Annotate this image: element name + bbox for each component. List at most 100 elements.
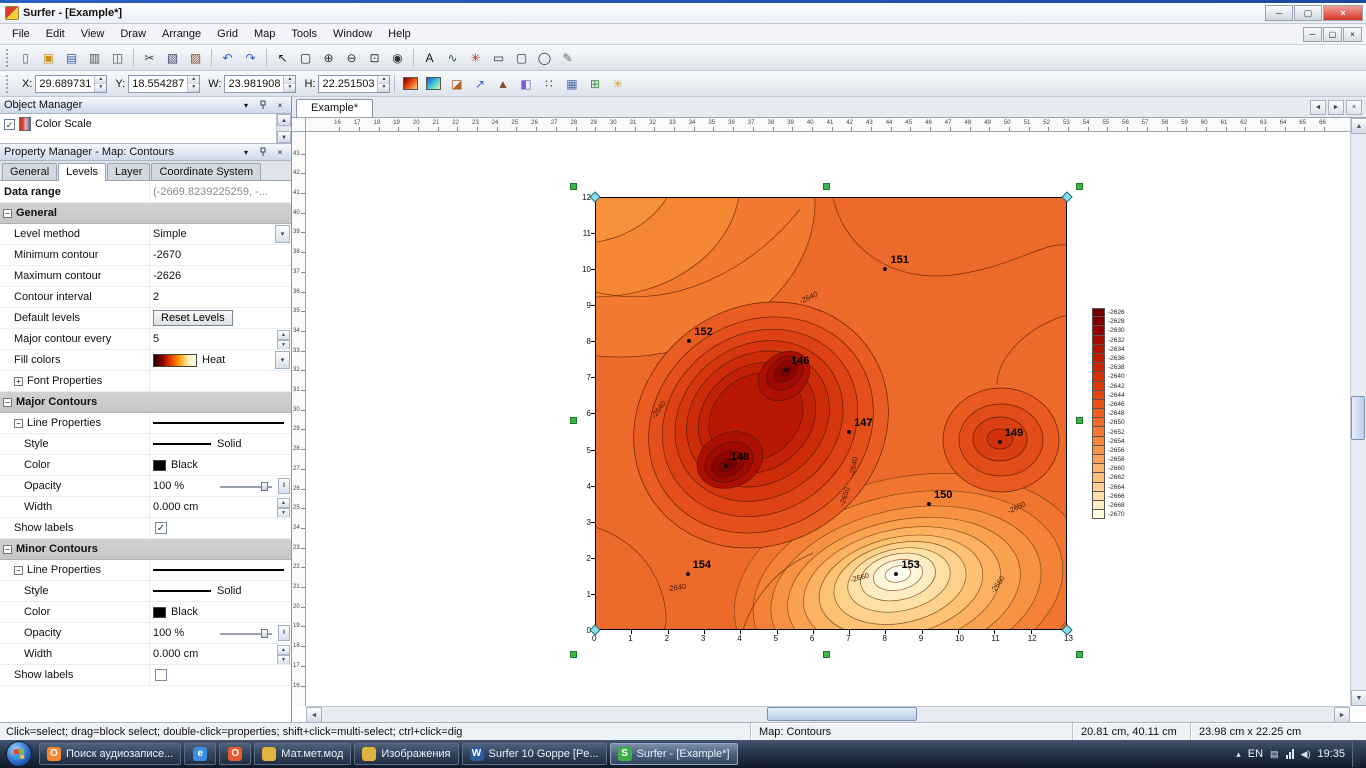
- menu-file[interactable]: File: [4, 25, 38, 43]
- taskbar-мат-мет-мод[interactable]: Мат.мет.мод: [254, 743, 352, 765]
- zoom-rectangle-icon[interactable]: ⊡: [364, 47, 385, 68]
- selection-handle[interactable]: [823, 651, 830, 658]
- prop-category-major-contours[interactable]: − Major Contours: [0, 392, 291, 413]
- prop-row-line-properties[interactable]: − Line Properties: [0, 560, 291, 581]
- start-button[interactable]: [6, 741, 32, 767]
- titlebar[interactable]: Surfer - [Example*] ─ ▢ ×: [0, 3, 1366, 24]
- prop-row-fill-colors[interactable]: Fill colors Heat ▾: [0, 350, 291, 371]
- prop-row-minimum-contour[interactable]: Minimum contour -2670: [0, 245, 291, 266]
- zoom-in-icon[interactable]: ⊕: [318, 47, 339, 68]
- tab-scroll-right-icon[interactable]: ►: [1328, 100, 1344, 115]
- pin-icon[interactable]: [256, 146, 270, 159]
- prop-row-color[interactable]: Color Black: [0, 602, 291, 623]
- print-preview-icon[interactable]: ◫: [107, 47, 128, 68]
- w-spinner[interactable]: ▲ ▼: [283, 75, 296, 92]
- document-tab[interactable]: Example*: [296, 99, 374, 117]
- x-spinner[interactable]: ▲ ▼: [94, 75, 107, 92]
- x-field[interactable]: 29.689731 ▲ ▼: [35, 74, 108, 93]
- collapse-icon[interactable]: −: [3, 544, 12, 554]
- prop-row-show-labels[interactable]: Show labels ✓: [0, 518, 291, 539]
- tab-general[interactable]: General: [2, 163, 58, 180]
- opacity-slider[interactable]: [220, 481, 272, 492]
- show-desktop-button[interactable]: [1352, 741, 1360, 767]
- menu-map[interactable]: Map: [246, 25, 283, 43]
- rounded-rectangle-icon[interactable]: ▢: [511, 47, 532, 68]
- menu-edit[interactable]: Edit: [38, 25, 73, 43]
- vertical-scrollbar[interactable]: ▲ ▼: [1350, 118, 1366, 706]
- image-map-icon[interactable]: [423, 73, 444, 94]
- spinner[interactable]: ▲ ▼: [277, 645, 290, 664]
- prop-row-opacity[interactable]: Opacity 100 % ‖: [0, 476, 291, 497]
- scroll-down-icon[interactable]: ▼: [277, 131, 291, 143]
- prop-row-data-range[interactable]: Data range (-2669.8239225259, -...: [0, 182, 291, 203]
- base-map-icon[interactable]: ▦: [561, 73, 582, 94]
- surface-icon[interactable]: ◧: [515, 73, 536, 94]
- undo-icon[interactable]: ↶: [217, 47, 238, 68]
- wireframe-icon[interactable]: ▲: [492, 73, 513, 94]
- scroll-down-icon[interactable]: ▼: [1351, 690, 1366, 706]
- open-icon[interactable]: ▣: [38, 47, 59, 68]
- selection-handle[interactable]: [1076, 183, 1083, 190]
- close-button[interactable]: ×: [1323, 5, 1363, 21]
- prop-category-general[interactable]: − General: [0, 203, 291, 224]
- collapse-icon[interactable]: −: [14, 565, 23, 575]
- zoom-full-icon[interactable]: ◉: [387, 47, 408, 68]
- dropdown-icon[interactable]: ▾: [275, 351, 290, 369]
- new-icon[interactable]: ▯: [15, 47, 36, 68]
- property-manager-header[interactable]: Property Manager - Map: Contours ▾ ×: [0, 144, 291, 161]
- collapse-icon[interactable]: −: [3, 208, 12, 218]
- reshape-icon[interactable]: ✎: [557, 47, 578, 68]
- horizontal-scrollbar[interactable]: ◄ ►: [306, 706, 1350, 723]
- visibility-checkbox[interactable]: ✓: [4, 118, 15, 130]
- w-field[interactable]: 23.981908 ▲ ▼: [224, 74, 297, 93]
- prop-row-font-properties[interactable]: + Font Properties: [0, 371, 291, 392]
- copy-icon[interactable]: ▧: [162, 47, 183, 68]
- prop-row-maximum-contour[interactable]: Maximum contour -2626: [0, 266, 291, 287]
- menu-arrange[interactable]: Arrange: [154, 25, 209, 43]
- shaded-relief-map-icon[interactable]: ◪: [446, 73, 467, 94]
- prop-row-width[interactable]: Width 0.000 cm ▲ ▼: [0, 644, 291, 665]
- taskbar-surfer-example[interactable]: S Surfer - [Example*]: [609, 743, 738, 765]
- tab-levels[interactable]: Levels: [58, 163, 106, 181]
- object-manager-header[interactable]: Object Manager ▾ ×: [0, 97, 291, 114]
- taskbar-поиск-аудиозаписе[interactable]: O Поиск аудиозаписе...: [39, 743, 182, 765]
- scroll-up-icon[interactable]: ▲: [1351, 118, 1366, 134]
- post-map-icon[interactable]: ∷: [538, 73, 559, 94]
- polyline-icon[interactable]: ∿: [442, 47, 463, 68]
- text-icon[interactable]: A: [419, 47, 440, 68]
- redo-icon[interactable]: ↷: [240, 47, 261, 68]
- taskbar-internet-explorer-icon[interactable]: e: [184, 743, 217, 765]
- selection-handle[interactable]: [570, 183, 577, 190]
- symbol-icon[interactable]: ✳: [465, 47, 486, 68]
- vector-map-icon[interactable]: ↗: [469, 73, 490, 94]
- clock[interactable]: 19:35: [1317, 748, 1345, 760]
- maximize-button[interactable]: ▢: [1294, 5, 1322, 21]
- language-indicator[interactable]: EN: [1248, 748, 1263, 760]
- tab-layer[interactable]: Layer: [106, 163, 151, 180]
- collapse-icon[interactable]: −: [3, 397, 12, 407]
- zoom-out-icon[interactable]: ⊖: [341, 47, 362, 68]
- selection-handle[interactable]: [1076, 651, 1083, 658]
- print-icon[interactable]: ▥: [84, 47, 105, 68]
- horizontal-scroll-thumb[interactable]: [767, 707, 917, 721]
- drawing-canvas[interactable]: -2626 -2628 -2630 -2632 -2634 -2636 -2638 -2640…: [306, 132, 1350, 706]
- reset-levels-button[interactable]: Reset Levels: [153, 310, 233, 326]
- dropdown-icon[interactable]: ▾: [275, 225, 290, 243]
- pin-icon[interactable]: [256, 99, 270, 112]
- taskbar-browser-icon[interactable]: O: [219, 743, 252, 765]
- h-field[interactable]: 22.251503 ▲ ▼: [318, 74, 391, 93]
- panel-close-icon[interactable]: ×: [273, 146, 287, 159]
- menu-view[interactable]: View: [73, 25, 113, 43]
- contour-map-icon[interactable]: [400, 73, 421, 94]
- menu-help[interactable]: Help: [380, 25, 419, 43]
- paste-icon[interactable]: ▨: [185, 47, 206, 68]
- menu-grid[interactable]: Grid: [209, 25, 246, 43]
- prop-row-level-method[interactable]: Level method Simple ▾: [0, 224, 291, 245]
- menu-tools[interactable]: Tools: [283, 25, 325, 43]
- y-spinner[interactable]: ▲ ▼: [187, 75, 200, 92]
- selection-handle[interactable]: [823, 183, 830, 190]
- minimize-button[interactable]: ─: [1265, 5, 1293, 21]
- taskbar-surfer-10-goppe-pe[interactable]: W Surfer 10 Goppe [Pe...: [461, 743, 607, 765]
- prop-row-width[interactable]: Width 0.000 cm ▲ ▼: [0, 497, 291, 518]
- cut-icon[interactable]: ✂: [139, 47, 160, 68]
